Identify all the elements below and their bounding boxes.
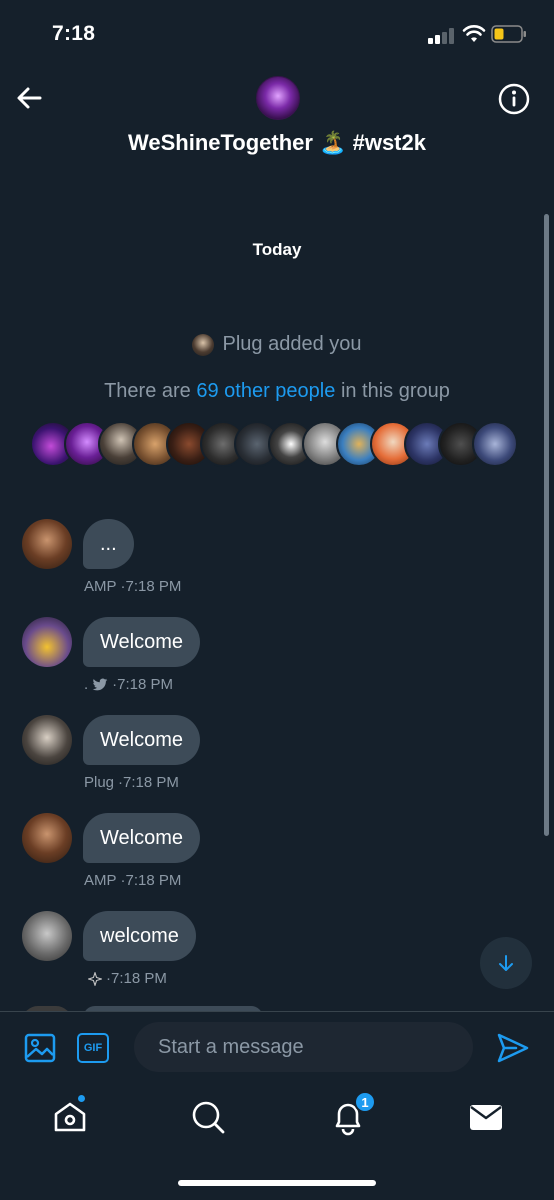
message-author: AMP — [84, 872, 117, 889]
message-time: ·7:18 PM — [112, 676, 174, 693]
message-row: Welcome AMP ·7:18 PM — [0, 813, 554, 903]
message-input[interactable] — [134, 1022, 473, 1072]
tab-notifications[interactable]: 1 — [328, 1091, 376, 1137]
members-link[interactable]: 69 other people — [196, 380, 335, 402]
back-arrow-icon — [17, 87, 42, 109]
message-bubble[interactable]: Welcome — [83, 813, 200, 863]
tab-home[interactable] — [50, 1094, 90, 1137]
avatar[interactable] — [22, 519, 72, 569]
scroll-to-bottom-button[interactable] — [480, 937, 532, 989]
message-bubble[interactable]: ... — [83, 519, 134, 569]
message-row: welcome ·7:18 PM — [0, 911, 554, 1001]
message-meta: AMP ·7:18 PM — [84, 872, 181, 889]
twitter-bird-icon — [92, 678, 108, 690]
added-you-text: Plug added you — [222, 333, 362, 355]
image-icon[interactable] — [24, 1032, 56, 1064]
members-suffix: in this group — [340, 380, 450, 402]
message-author: AMP — [84, 578, 117, 595]
message-time: ·7:18 PM — [120, 578, 182, 595]
tab-messages[interactable] — [466, 1097, 506, 1137]
avatar[interactable] — [22, 617, 72, 667]
status-bar: 7:18 — [0, 0, 554, 70]
message-bubble[interactable]: Welcome — [83, 617, 200, 667]
notification-badge: 1 — [354, 1091, 376, 1113]
message-row: ... AMP ·7:18 PM — [0, 519, 554, 609]
send-icon[interactable] — [496, 1031, 530, 1065]
new-content-dot — [77, 1094, 86, 1103]
message-row: Welcome . ·7:18 PM — [0, 617, 554, 707]
group-avatar[interactable] — [256, 76, 300, 120]
day-separator: Today — [252, 240, 302, 259]
back-button[interactable] — [14, 83, 44, 113]
avatar — [192, 333, 215, 356]
message-meta: AMP ·7:18 PM — [84, 578, 181, 595]
status-time: 7:18 — [52, 22, 96, 45]
battery-icon — [491, 25, 526, 43]
message-meta: . ·7:18 PM — [84, 676, 173, 693]
tab-search[interactable] — [188, 1097, 228, 1137]
message-meta: ·7:18 PM — [84, 970, 167, 987]
home-indicator[interactable] — [178, 1180, 376, 1186]
message-bubble[interactable]: welcome — [83, 911, 196, 961]
wifi-icon — [462, 25, 486, 42]
message-bubble[interactable]: Welcome — [83, 715, 200, 765]
message-row: Welcome Plug ·7:18 PM — [0, 715, 554, 805]
message-time: ·7:18 PM — [106, 970, 167, 987]
message-composer: GIF — [0, 1011, 554, 1083]
member-avatar-strip[interactable] — [30, 421, 530, 467]
group-title[interactable]: WeShineTogether 🏝️ #wst2k — [0, 130, 554, 156]
avatar[interactable] — [22, 911, 72, 961]
group-members-notice: There are 69 other people in this group — [0, 380, 554, 403]
added-you-notice: Plug added you — [0, 333, 554, 356]
message-meta: Plug ·7:18 PM — [84, 774, 179, 791]
message-author: Plug — [84, 774, 115, 791]
members-prefix: There are — [104, 380, 191, 402]
info-icon[interactable] — [498, 83, 530, 115]
message-time: ·7:18 PM — [118, 774, 179, 791]
gif-button[interactable]: GIF — [77, 1033, 109, 1063]
avatar[interactable] — [22, 715, 72, 765]
search-icon — [192, 1101, 225, 1134]
home-icon — [54, 1102, 86, 1132]
message-time: ·7:18 PM — [120, 872, 182, 889]
message-author: . — [84, 676, 89, 693]
arrow-down-icon — [499, 955, 513, 971]
envelope-icon — [470, 1105, 502, 1130]
sparkle-star-icon — [88, 971, 102, 986]
avatar[interactable] — [22, 813, 72, 863]
cellular-signal-icon — [428, 28, 456, 44]
member-avatar — [472, 421, 518, 467]
